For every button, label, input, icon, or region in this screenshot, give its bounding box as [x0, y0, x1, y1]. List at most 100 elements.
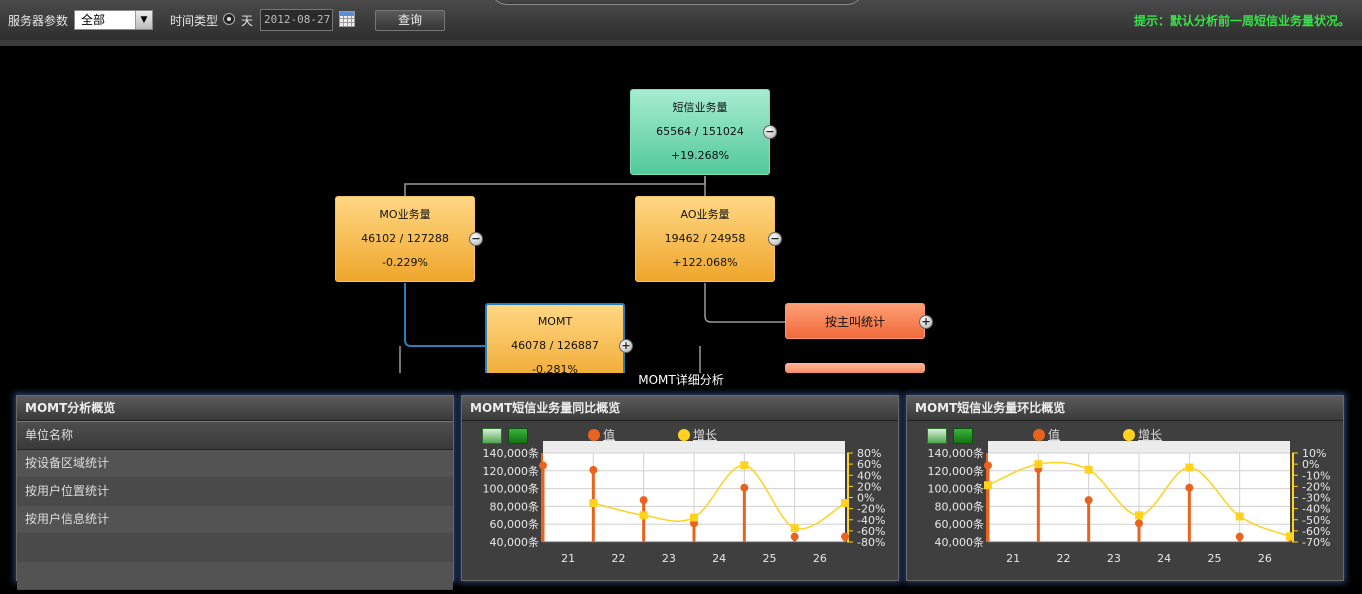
- value-point: [589, 465, 598, 474]
- y-tick-label: 100,000条: [928, 482, 985, 496]
- growth-point: [740, 461, 749, 470]
- x-tick-label: 23: [1107, 552, 1121, 565]
- growth-point: [1135, 511, 1143, 520]
- x-tick-label: 25: [1208, 552, 1222, 565]
- top-tab-shape: [490, 0, 864, 5]
- server-param-select[interactable]: 全部 ▼: [74, 10, 153, 30]
- time-type-label: 时间类型: [170, 14, 219, 28]
- calendar-icon[interactable]: [339, 11, 355, 27]
- growth-point: [1084, 465, 1093, 474]
- query-button[interactable]: 查询: [375, 10, 445, 31]
- x-tick-label: 26: [1258, 552, 1272, 565]
- y2-tick-label: -70%: [1302, 536, 1330, 549]
- list-item: [17, 562, 453, 590]
- node-by-caller[interactable]: 按主叫统计: [785, 303, 925, 339]
- chevron-down-icon[interactable]: ▼: [135, 11, 152, 29]
- collapse-icon[interactable]: −: [768, 232, 782, 246]
- value-point: [639, 496, 648, 505]
- mom-panel: MOMT短信业务量环比概览 值 增长 140,000条 120,000条 100,0…: [906, 395, 1344, 581]
- yoy-panel: MOMT短信业务量同比概览 值 增长 140,000条 120,000条 100,0…: [461, 395, 899, 581]
- growth-point: [1235, 512, 1244, 521]
- y-tick-label: 120,000条: [483, 464, 540, 478]
- mom-chart: 140,000条 120,000条 100,000条 80,000条 60,000条 40…: [928, 441, 1330, 565]
- growth-point: [790, 524, 799, 533]
- expand-icon[interactable]: +: [919, 315, 933, 329]
- x-tick-label: 22: [1057, 552, 1071, 565]
- panel-title: MOMT短信业务量同比概览: [462, 396, 898, 421]
- value-point: [1185, 483, 1194, 492]
- toolbar: 服务器参数 全部 ▼ 时间类型 天 2012-08-27 查询 提示：默认分析前…: [0, 0, 1362, 41]
- connector-mo-momt: [404, 283, 486, 347]
- growth-point: [1185, 463, 1194, 472]
- server-param-value: 全部: [81, 13, 106, 27]
- detail-title: MOMT详细分析: [638, 373, 724, 387]
- yoy-chart: 140,000条 120,000条 100,000条 80,000条 60,000条 40…: [483, 441, 885, 565]
- node-title: 短信业务量: [672, 101, 728, 114]
- expand-icon[interactable]: +: [619, 339, 633, 353]
- list-header: 单位名称: [17, 421, 453, 450]
- growth-point: [690, 513, 698, 522]
- growth-point: [639, 511, 648, 520]
- value-point: [984, 461, 992, 470]
- x-tick-label: 21: [1006, 552, 1020, 565]
- value-point: [790, 532, 799, 541]
- radio-day[interactable]: [223, 13, 235, 25]
- node-value: 46102 / 127288: [361, 232, 449, 245]
- value-point: [1235, 532, 1244, 541]
- connector-ao-caller: [704, 283, 786, 323]
- date-input[interactable]: 2012-08-27: [260, 9, 333, 31]
- node-title: MO业务量: [379, 208, 431, 221]
- node-change: +19.268%: [670, 149, 730, 162]
- growth-point: [984, 481, 992, 490]
- node-mo-volume[interactable]: MO业务量 46102 / 127288 -0.229%: [335, 196, 475, 282]
- node-value: 19462 / 24958: [664, 232, 746, 245]
- y-tick-label: 60,000条: [935, 517, 985, 531]
- panel-title: MOMT分析概览: [17, 396, 453, 421]
- node-title: MOMT: [537, 315, 573, 328]
- node-change: -0.229%: [382, 256, 428, 269]
- node-value: 46078 / 126887: [511, 339, 599, 352]
- x-tick-label: 22: [612, 552, 626, 565]
- x-tick-label: 26: [813, 552, 827, 565]
- collapse-icon[interactable]: −: [763, 125, 777, 139]
- growth-point: [1034, 460, 1043, 469]
- node-momt[interactable]: MOMT 46078 / 126887 -0.281%: [485, 303, 625, 373]
- growth-point: [1286, 532, 1294, 541]
- value-point: [1135, 519, 1143, 528]
- node-value: 65564 / 151024: [656, 125, 744, 138]
- y-tick-label: 100,000条: [483, 482, 540, 496]
- connector-root-mo: [404, 176, 706, 196]
- y-tick-label: 140,000条: [483, 446, 540, 460]
- node-ao-volume[interactable]: AO业务量 19462 / 24958 +122.068%: [635, 196, 775, 282]
- node-title: AO业务量: [680, 208, 730, 221]
- hint-text: 提示：默认分析前一周短信业务量状况。: [1133, 14, 1350, 28]
- y2-tick-label: -80%: [857, 536, 885, 549]
- x-tick-label: 25: [763, 552, 777, 565]
- y-tick-label: 40,000条: [490, 535, 540, 549]
- y-tick-label: 140,000条: [928, 446, 985, 460]
- collapse-icon[interactable]: −: [469, 232, 483, 246]
- list-item[interactable]: 按用户信息统计: [17, 506, 453, 534]
- x-tick-label: 24: [712, 552, 726, 565]
- plot-header-band: [988, 441, 1290, 453]
- list-item: [17, 534, 453, 562]
- radio-day-label: 天: [241, 14, 254, 28]
- node-sms-volume[interactable]: 短信业务量 65564 / 151024 +19.268%: [630, 89, 770, 175]
- panel-title: MOMT短信业务量环比概览: [907, 396, 1343, 421]
- plot-header-band: [543, 441, 845, 453]
- y-tick-label: 60,000条: [490, 517, 540, 531]
- y-tick-label: 80,000条: [935, 499, 985, 513]
- business-tree: 短信业务量 65564 / 151024 +19.268% − MO业务量 46…: [0, 46, 1362, 373]
- x-tick-label: 24: [1157, 552, 1171, 565]
- value-point: [539, 461, 547, 470]
- growth-point: [589, 499, 598, 508]
- x-tick-label: 21: [561, 552, 575, 565]
- x-tick-label: 23: [662, 552, 676, 565]
- node-change: +122.068%: [672, 256, 738, 269]
- server-param-label: 服务器参数: [8, 14, 69, 28]
- y-tick-label: 120,000条: [928, 464, 985, 478]
- value-point: [1084, 496, 1093, 505]
- list-item[interactable]: 按用户位置统计: [17, 478, 453, 506]
- y-tick-label: 40,000条: [935, 535, 985, 549]
- list-item[interactable]: 按设备区域统计: [17, 450, 453, 478]
